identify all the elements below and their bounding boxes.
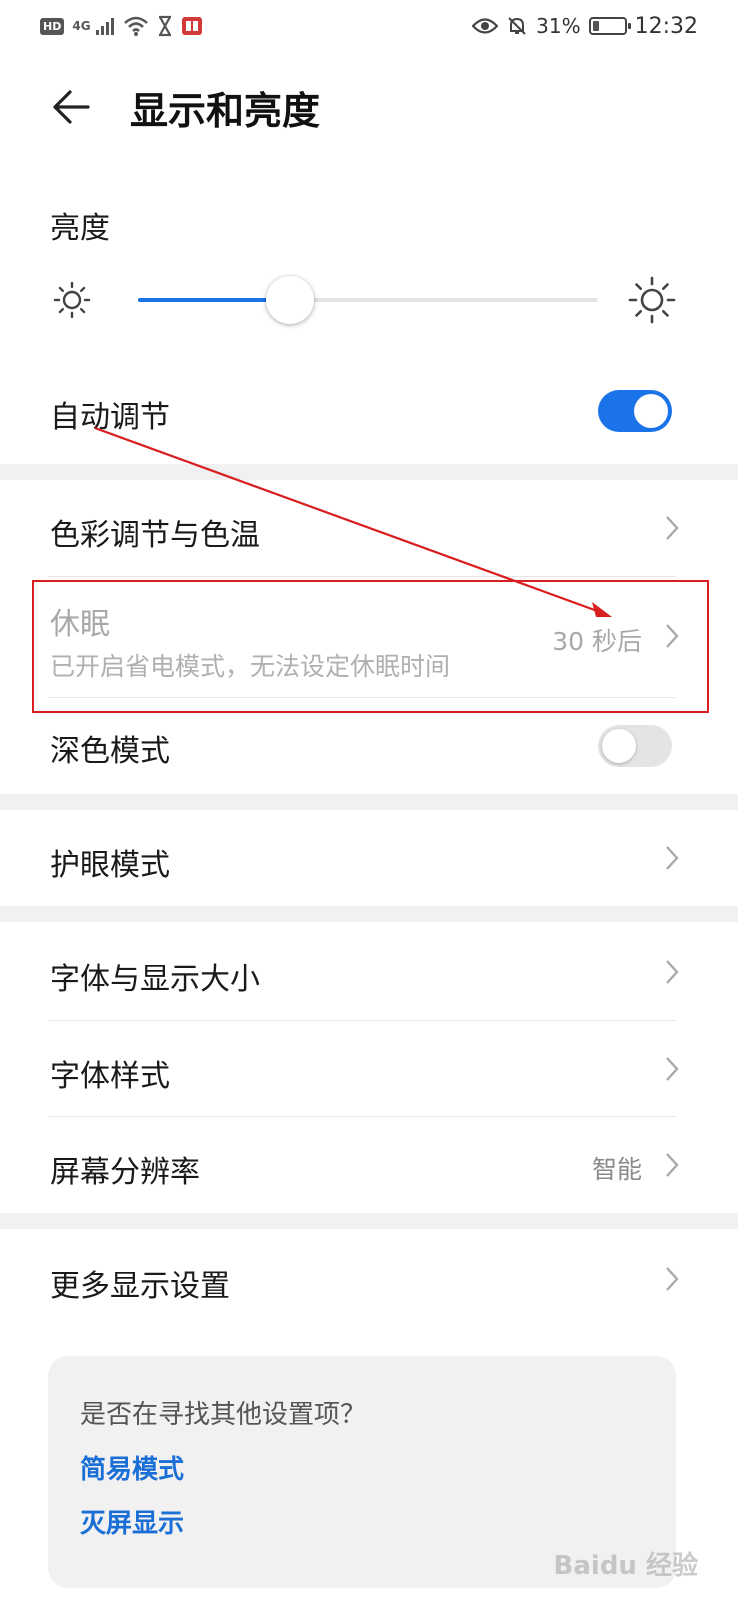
header: 显示和亮度 (0, 52, 738, 172)
back-arrow-icon[interactable] (48, 82, 98, 132)
section-gap (0, 1213, 738, 1229)
hourglass-icon (158, 15, 171, 37)
eye-comfort-row[interactable]: 护眼模式 (0, 810, 738, 906)
battery-icon (588, 17, 631, 35)
font-style-row[interactable]: 字体样式 (0, 1021, 738, 1117)
auto-adjust-label: 自动调节 (50, 400, 170, 435)
eye-icon (472, 18, 499, 34)
sleep-label: 休眠 (50, 607, 110, 642)
chevron-right-icon (666, 846, 679, 870)
font-size-row[interactable]: 字体与显示大小 (0, 922, 738, 1020)
color-temp-label: 色彩调节与色温 (50, 518, 260, 553)
color-temp-row[interactable]: 色彩调节与色温 (0, 480, 738, 576)
settings-page: HD 4G 31% 12:32 显示和亮度 亮度 自动调节 色彩调节与色温 休眠… (0, 0, 738, 1600)
hd-icon: HD (40, 17, 65, 35)
resolution-row[interactable]: 屏幕分辨率 智能 (0, 1117, 738, 1213)
wifi-icon (123, 16, 148, 36)
chevron-right-icon (666, 1153, 679, 1177)
section-gap (0, 794, 738, 810)
sleep-value: 30 秒后 (552, 627, 642, 656)
simple-mode-link[interactable]: 简易模式 (80, 1449, 184, 1486)
chevron-right-icon (666, 1057, 679, 1081)
dark-mode-toggle[interactable] (598, 725, 672, 767)
auto-adjust-row[interactable]: 自动调节 (0, 370, 738, 452)
section-gap (0, 464, 738, 480)
status-bar: HD 4G 31% 12:32 (0, 0, 738, 52)
clock: 12:32 (634, 13, 698, 39)
brightness-low-icon (53, 281, 91, 319)
screen-off-display-link[interactable]: 灭屏显示 (80, 1503, 184, 1540)
resolution-value: 智能 (591, 1155, 642, 1184)
dark-mode-row[interactable]: 深色模式 (0, 698, 738, 794)
brightness-high-icon (628, 276, 676, 324)
more-display-row[interactable]: 更多显示设置 (0, 1229, 738, 1327)
eye-comfort-label: 护眼模式 (50, 848, 170, 883)
auto-adjust-toggle[interactable] (598, 390, 672, 432)
slider-thumb[interactable] (265, 276, 314, 324)
font-style-label: 字体样式 (50, 1059, 170, 1094)
brightness-slider[interactable] (138, 276, 598, 324)
book-icon (181, 17, 202, 35)
suggestion-question: 是否在寻找其他设置项？ (80, 1400, 367, 1430)
battery-percent: 31% (536, 14, 581, 38)
bell-off-icon (508, 17, 526, 35)
resolution-label: 屏幕分辨率 (50, 1155, 200, 1190)
font-size-label: 字体与显示大小 (50, 962, 260, 997)
chevron-right-icon (666, 960, 679, 984)
network-type: 4G (72, 19, 91, 33)
sleep-row[interactable]: 休眠 已开启省电模式，无法设定休眠时间 30 秒后 (0, 577, 738, 697)
dark-mode-label: 深色模式 (50, 734, 170, 769)
chevron-right-icon (666, 516, 679, 540)
chevron-right-icon (666, 624, 679, 648)
baidu-watermark-logo: Baidu 经验 (553, 1551, 698, 1581)
chevron-right-icon (666, 1267, 679, 1291)
section-gap (0, 906, 738, 922)
sleep-subtitle: 已开启省电模式，无法设定休眠时间 (50, 652, 451, 681)
brightness-label: 亮度 (50, 211, 110, 246)
signal-icon (95, 18, 114, 35)
more-display-label: 更多显示设置 (50, 1269, 230, 1304)
page-title: 显示和亮度 (130, 89, 321, 133)
